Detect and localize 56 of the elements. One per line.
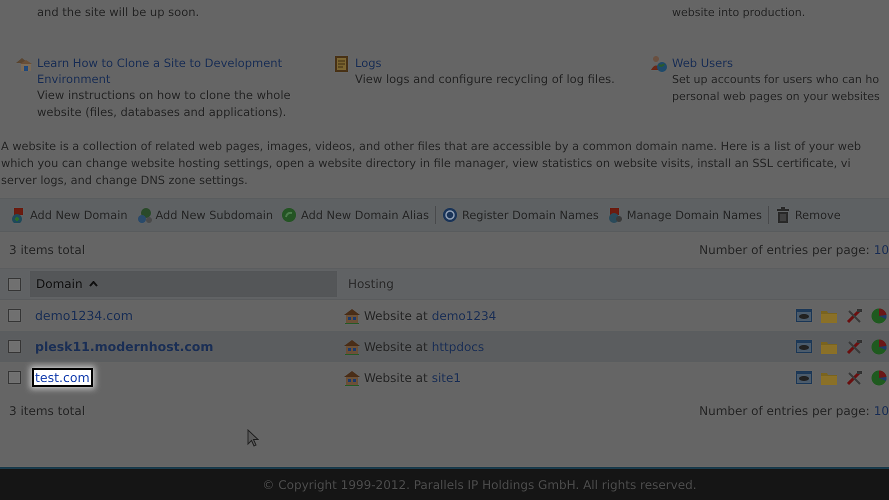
house-icon (344, 370, 360, 386)
notepad-icon (333, 54, 351, 72)
hosting-link[interactable]: httpdocs (432, 340, 484, 354)
domain-link[interactable]: plesk11.modernhost.com (32, 338, 216, 355)
pie-chart-icon[interactable] (871, 338, 887, 354)
globes-icon (136, 207, 152, 223)
preview-window-icon[interactable] (796, 370, 812, 386)
pie-chart-icon[interactable] (871, 370, 887, 386)
entries-label: Number of entries per page: (699, 243, 870, 257)
hosting-link[interactable]: demo1234 (432, 308, 496, 322)
toolbar-button[interactable]: Manage Domain Names (604, 207, 764, 223)
server-plus-icon (10, 207, 26, 223)
row-checkbox[interactable] (8, 340, 21, 353)
entries-label: Number of entries per page: (699, 404, 870, 418)
hosting-text: Website at (364, 308, 428, 322)
tools-icon[interactable] (846, 370, 862, 386)
toolbar-button[interactable]: Add New Domain (8, 207, 130, 223)
select-all-checkbox[interactable] (8, 278, 21, 290)
house-icon (344, 308, 360, 324)
tool-link[interactable]: Web Users (672, 54, 889, 70)
preview-window-icon[interactable] (796, 308, 812, 324)
row-checkbox[interactable] (8, 371, 21, 384)
tool-description: and the site will be up soon. (37, 4, 200, 21)
tool-link[interactable]: Logs (355, 54, 625, 70)
toolbar-button[interactable]: Remove (772, 207, 843, 223)
column-header[interactable]: Domain (30, 271, 337, 297)
row-checkbox[interactable] (8, 309, 21, 322)
house-icon (344, 338, 360, 354)
items-count: 3 items total (9, 404, 86, 418)
domain-link[interactable]: test.com (32, 368, 93, 387)
pie-chart-icon[interactable] (871, 308, 887, 324)
hosting-link[interactable]: site1 (432, 370, 462, 384)
tool-description: View logs and configure recycling of log files. (355, 70, 616, 88)
toolbar-button[interactable]: Add New Domain Alias (279, 207, 431, 223)
preview-window-icon[interactable] (796, 338, 812, 354)
mouse-pointer-icon (247, 429, 259, 447)
page-size-link[interactable]: 10 (874, 404, 889, 418)
tool-description: website into production. (672, 5, 806, 21)
hosting-text: Website at (364, 370, 428, 384)
items-count: 3 items total (9, 243, 86, 257)
toolbar-button[interactable]: Add New Subdomain (134, 207, 276, 223)
tool-link[interactable]: Learn How to Clone a Site to Development Environment (37, 54, 307, 86)
tool-description: Set up accounts for users who can ho personal web pages on your websites (672, 72, 881, 104)
hosting-text: Website at (364, 340, 428, 354)
ring-icon (442, 207, 458, 223)
domain-link[interactable]: demo1234.com (32, 307, 136, 324)
tools-icon[interactable] (846, 308, 862, 324)
column-header[interactable]: Hosting (337, 271, 889, 297)
page-description: A website is a collection of related web pages, images, videos, and other files that are accessible by a common domain name. Here is a list of your web which you can change website hosting settings, open a website directory in file manager, view statistics on website visits, install an SSL certificate, vi server logs, and change DNS zone settings. (0, 139, 862, 189)
tool-description: View instructions on how to clone the whole website (files, databases and applications). (37, 86, 292, 120)
trash-icon (774, 207, 791, 223)
server-gear-icon (606, 207, 623, 223)
tools-icon[interactable] (846, 338, 862, 354)
toolbar-button[interactable]: Register Domain Names (440, 207, 601, 223)
user-globe-icon (650, 54, 668, 72)
page-size-link[interactable]: 10 (874, 243, 889, 257)
